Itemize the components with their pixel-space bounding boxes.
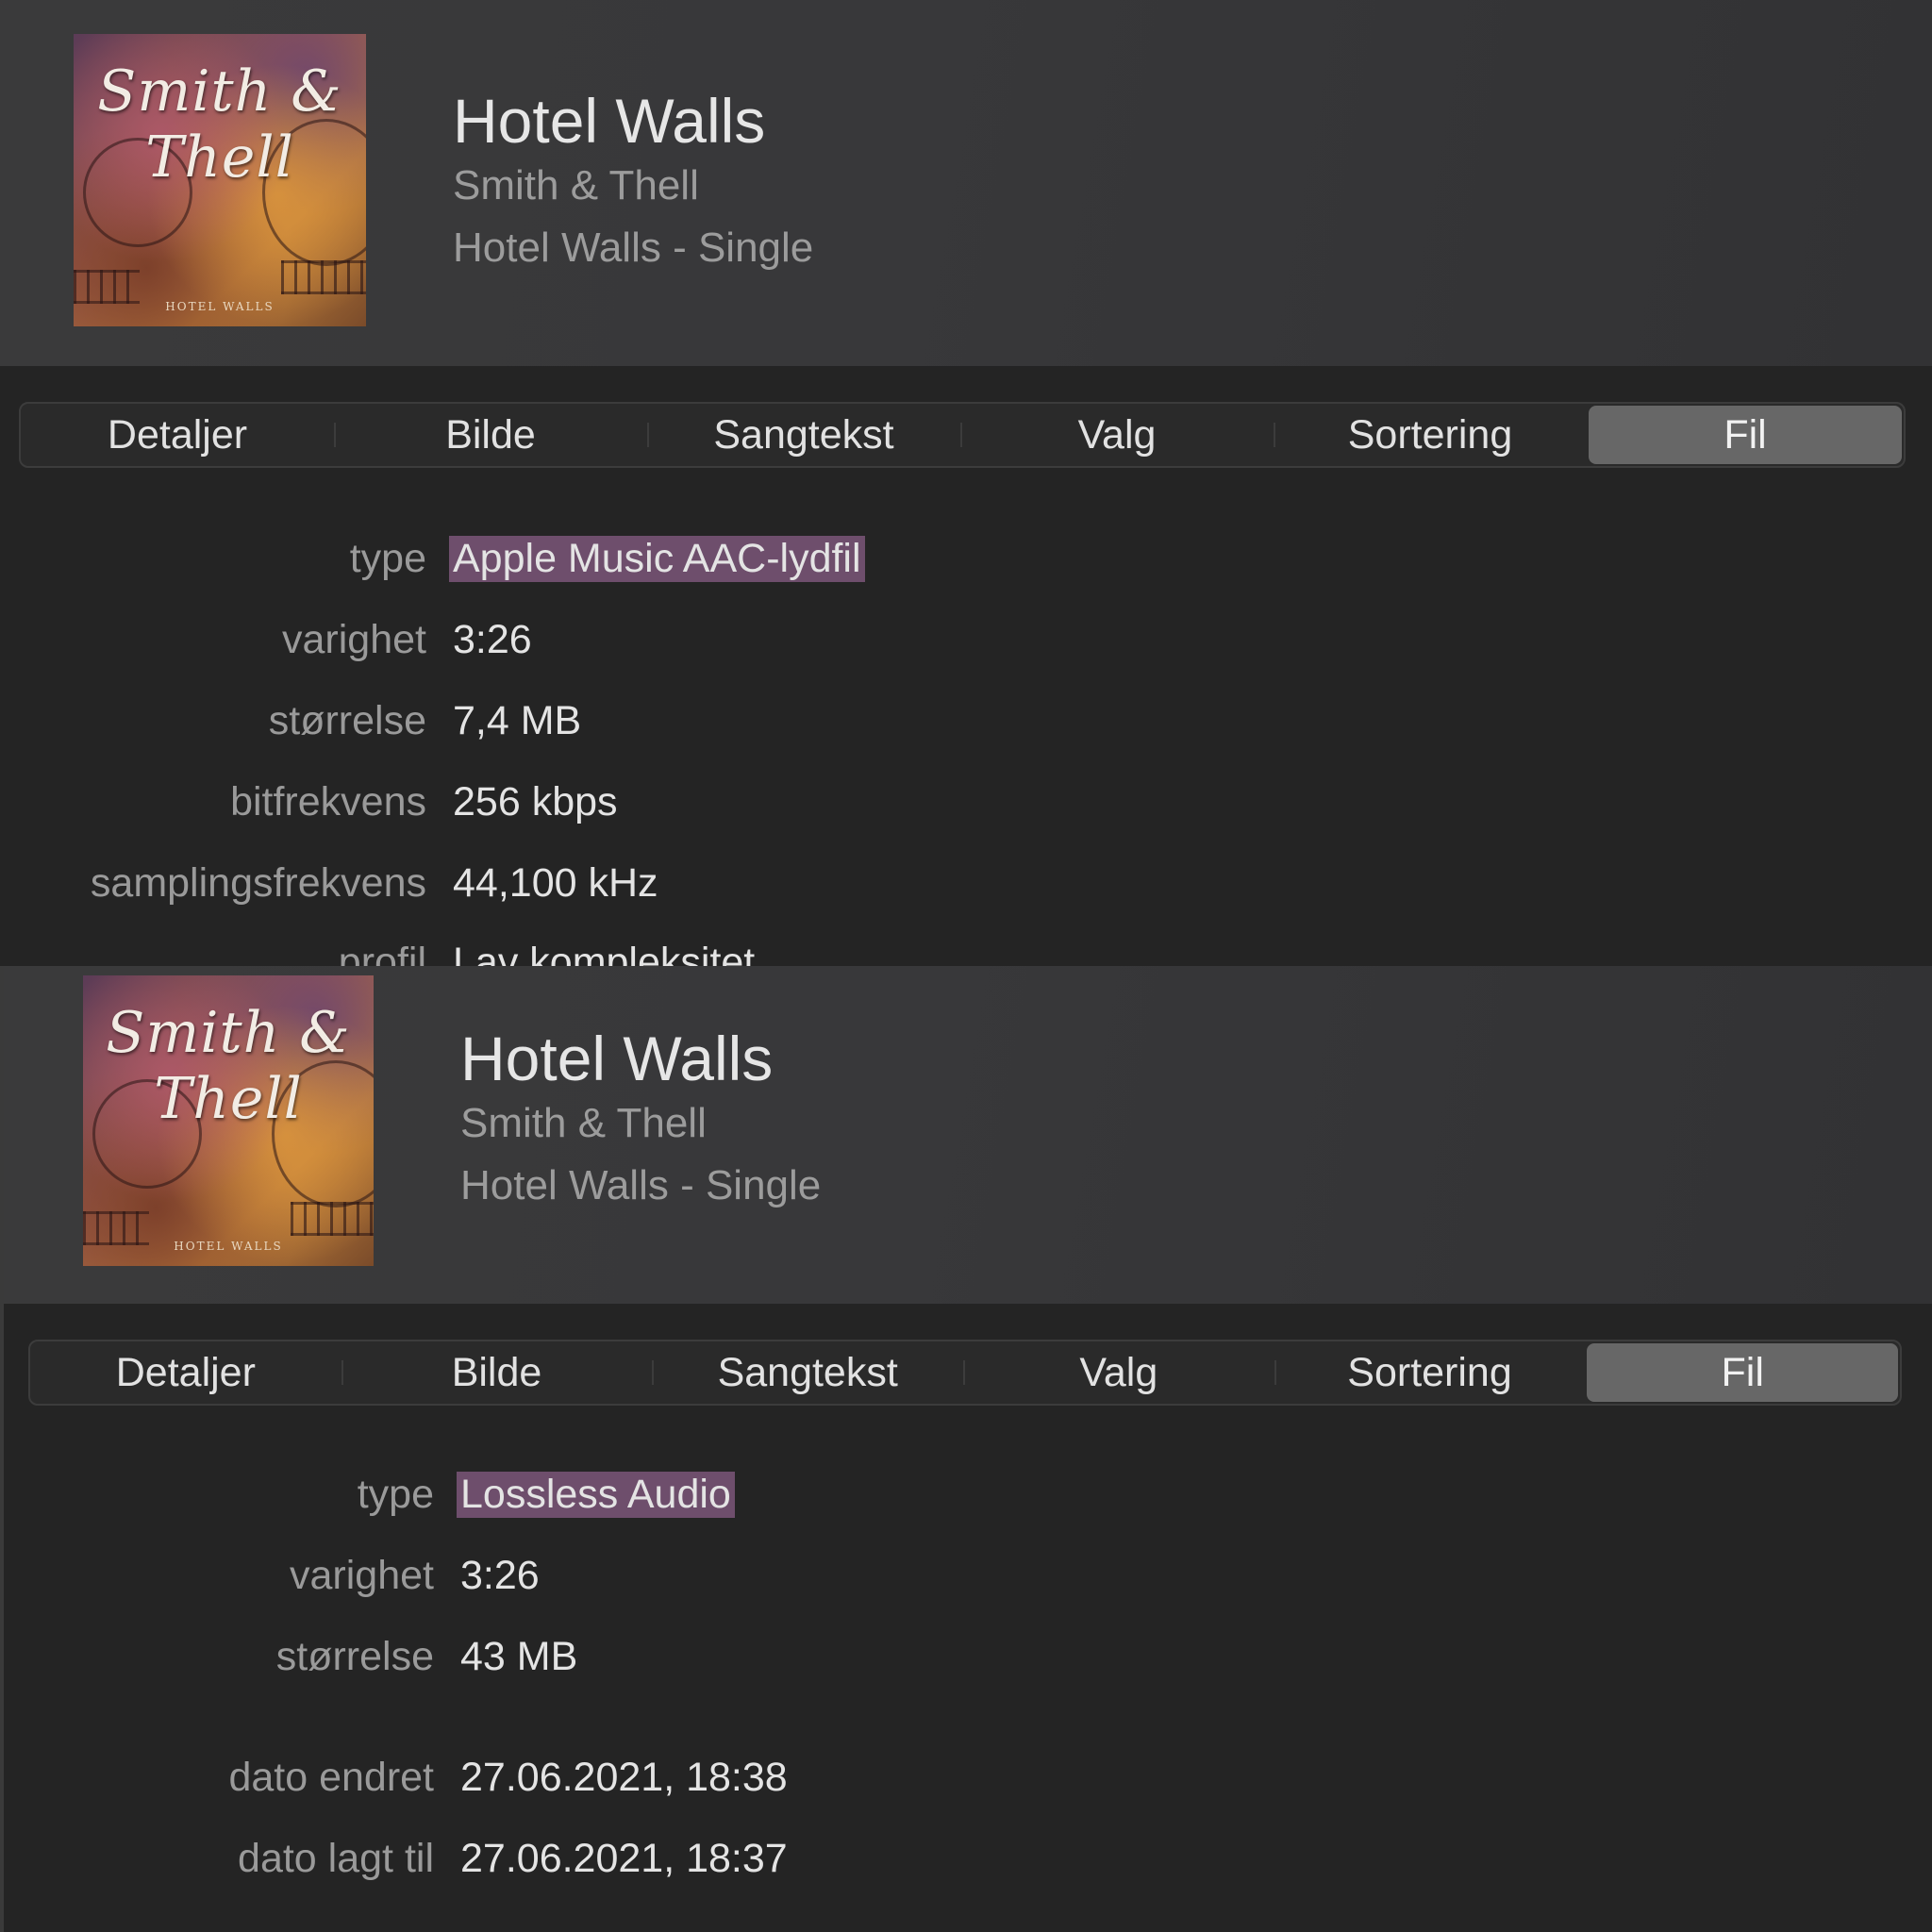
- tab-bilde[interactable]: Bilde: [334, 404, 647, 466]
- tab-fil[interactable]: Fil: [1587, 1343, 1899, 1402]
- info-value-date-modified: 27.06.2021, 18:38: [460, 1755, 788, 1800]
- info-label: type: [357, 1472, 434, 1517]
- info-row-size: størrelse: [4, 1634, 434, 1690]
- song-album: Hotel Walls - Single: [453, 225, 814, 271]
- info-row-size: størrelse: [0, 698, 426, 755]
- tab-sortering[interactable]: Sortering: [1274, 1341, 1586, 1404]
- tab-bar: Detaljer Bilde Sangtekst Valg Sortering …: [19, 402, 1906, 468]
- song-artist: Smith & Thell: [460, 1100, 707, 1146]
- artwork-band-name: Smith & Thell: [97, 58, 342, 191]
- info-label: bitfrekvens: [230, 779, 426, 824]
- artwork-album-name: HOTEL WALLS: [174, 1240, 283, 1253]
- info-value-type[interactable]: Lossless Audio: [457, 1472, 735, 1518]
- info-label: varighet: [290, 1553, 434, 1598]
- info-row-date-added: dato lagt til: [4, 1836, 434, 1892]
- song-header: Smith & Thell HOTEL WALLS Hotel Walls Sm…: [0, 0, 1932, 366]
- song-title: Hotel Walls: [460, 1024, 774, 1093]
- info-value-size: 43 MB: [460, 1634, 578, 1679]
- info-value-bitrate: 256 kbps: [453, 779, 618, 824]
- info-label: varighet: [282, 617, 426, 662]
- info-value-duration: 3:26: [460, 1553, 540, 1598]
- song-title: Hotel Walls: [453, 86, 766, 156]
- tab-detaljer[interactable]: Detaljer: [30, 1341, 341, 1404]
- info-row-bitrate: bitfrekvens: [0, 779, 426, 836]
- song-header: Smith & Thell HOTEL WALLS Hotel Walls Sm…: [4, 966, 1932, 1304]
- info-window-lossless: Smith & Thell HOTEL WALLS Hotel Walls Sm…: [0, 966, 1932, 1932]
- artwork-band-name: Smith & Thell: [106, 1000, 351, 1132]
- tab-sortering[interactable]: Sortering: [1274, 404, 1587, 466]
- info-label: samplingsfrekvens: [90, 860, 426, 906]
- info-row-profile: profil: [0, 940, 426, 966]
- info-value-duration: 3:26: [453, 617, 532, 662]
- artwork-album-name: HOTEL WALLS: [165, 300, 275, 313]
- tab-bar: Detaljer Bilde Sangtekst Valg Sortering …: [28, 1340, 1902, 1406]
- artwork-teeth: [291, 1202, 374, 1236]
- tab-detaljer[interactable]: Detaljer: [21, 404, 334, 466]
- info-row-sample-rate: samplingsfrekvens: [0, 860, 426, 917]
- info-row-type: type: [0, 536, 426, 592]
- album-artwork: Smith & Thell HOTEL WALLS: [74, 34, 366, 326]
- info-label: størrelse: [275, 1634, 434, 1679]
- info-row-type: type: [4, 1472, 434, 1528]
- info-row-date-modified: dato endret: [4, 1755, 434, 1811]
- song-album: Hotel Walls - Single: [460, 1162, 822, 1208]
- info-window-aac: Smith & Thell HOTEL WALLS Hotel Walls Sm…: [0, 0, 1932, 966]
- tab-bilde[interactable]: Bilde: [341, 1341, 653, 1404]
- song-artist: Smith & Thell: [453, 162, 699, 208]
- artwork-teeth: [74, 270, 140, 304]
- info-label: dato lagt til: [238, 1836, 434, 1881]
- info-value-date-added: 27.06.2021, 18:37: [460, 1836, 788, 1881]
- artwork-teeth: [281, 260, 366, 294]
- tab-valg[interactable]: Valg: [960, 404, 1274, 466]
- info-value-size: 7,4 MB: [453, 698, 582, 743]
- info-value-sample-rate: 44,100 kHz: [453, 860, 658, 906]
- tab-fil[interactable]: Fil: [1589, 406, 1902, 464]
- info-label: størrelse: [268, 698, 426, 743]
- tab-valg[interactable]: Valg: [963, 1341, 1274, 1404]
- info-label: dato endret: [228, 1755, 434, 1800]
- info-row-duration: varighet: [4, 1553, 434, 1609]
- info-row-duration: varighet: [0, 617, 426, 674]
- info-value-type[interactable]: Apple Music AAC-lydfil: [449, 536, 865, 582]
- info-label: profil: [338, 940, 426, 966]
- info-value-profile: Lav kompleksitet: [453, 940, 756, 966]
- info-label: type: [349, 536, 426, 581]
- tab-sangtekst[interactable]: Sangtekst: [652, 1341, 963, 1404]
- tab-sangtekst[interactable]: Sangtekst: [647, 404, 960, 466]
- album-artwork: Smith & Thell HOTEL WALLS: [83, 975, 374, 1266]
